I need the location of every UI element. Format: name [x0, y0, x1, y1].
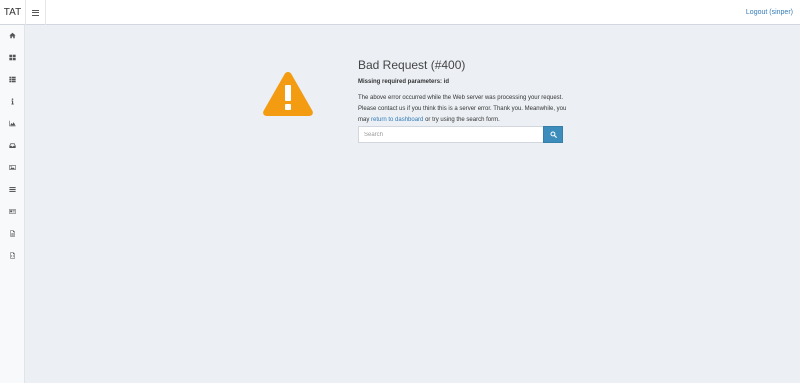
logout-link[interactable]: Logout (sinper) [746, 0, 793, 25]
sidebar-item-dashboard[interactable] [0, 47, 25, 67]
sidebar-item-menu[interactable] [0, 179, 25, 199]
id-card-icon [9, 208, 16, 214]
inbox-icon [9, 142, 16, 148]
sidebar-item-code-file[interactable] [0, 245, 25, 265]
search-icon [549, 131, 557, 138]
error-content: Bad Request (#400) Missing required para… [358, 58, 568, 126]
error-message: The above error occurred while the Web s… [358, 93, 568, 126]
sidebar-item-inbox[interactable] [0, 135, 25, 155]
search-form [358, 126, 563, 143]
sidebar-toggle-button[interactable] [25, 0, 46, 25]
return-to-dashboard-link[interactable]: return to dashboard [371, 117, 423, 123]
list-icon [9, 76, 16, 82]
sidebar-item-info[interactable] [0, 91, 25, 111]
file-text-icon [10, 229, 15, 237]
search-button[interactable] [543, 126, 563, 143]
sidebar-item-chart[interactable] [0, 113, 25, 133]
error-message-suffix: or try using the search form. [425, 117, 500, 123]
home-icon [9, 32, 16, 38]
search-input[interactable] [358, 126, 543, 143]
file-code-icon [10, 251, 15, 259]
sidebar-item-id-card[interactable] [0, 201, 25, 221]
sidebar-item-document[interactable] [0, 223, 25, 243]
bars-icon [9, 186, 16, 192]
sidebar-item-home[interactable] [0, 25, 25, 45]
error-title: Bad Request (#400) [358, 58, 466, 72]
error-subtitle: Missing required parameters: id [358, 79, 450, 85]
sidebar-item-list[interactable] [0, 69, 25, 89]
area-chart-icon [9, 120, 16, 126]
top-navbar: TAT Logout (sinper) [0, 0, 800, 25]
sidebar [0, 25, 25, 383]
info-icon [11, 97, 14, 104]
dashboard-grid-icon [9, 54, 16, 60]
sidebar-item-images[interactable] [0, 157, 25, 177]
image-icon [9, 164, 16, 170]
hamburger-icon [32, 9, 39, 16]
brand-logo[interactable]: TAT [0, 0, 25, 25]
warning-icon [263, 72, 313, 116]
